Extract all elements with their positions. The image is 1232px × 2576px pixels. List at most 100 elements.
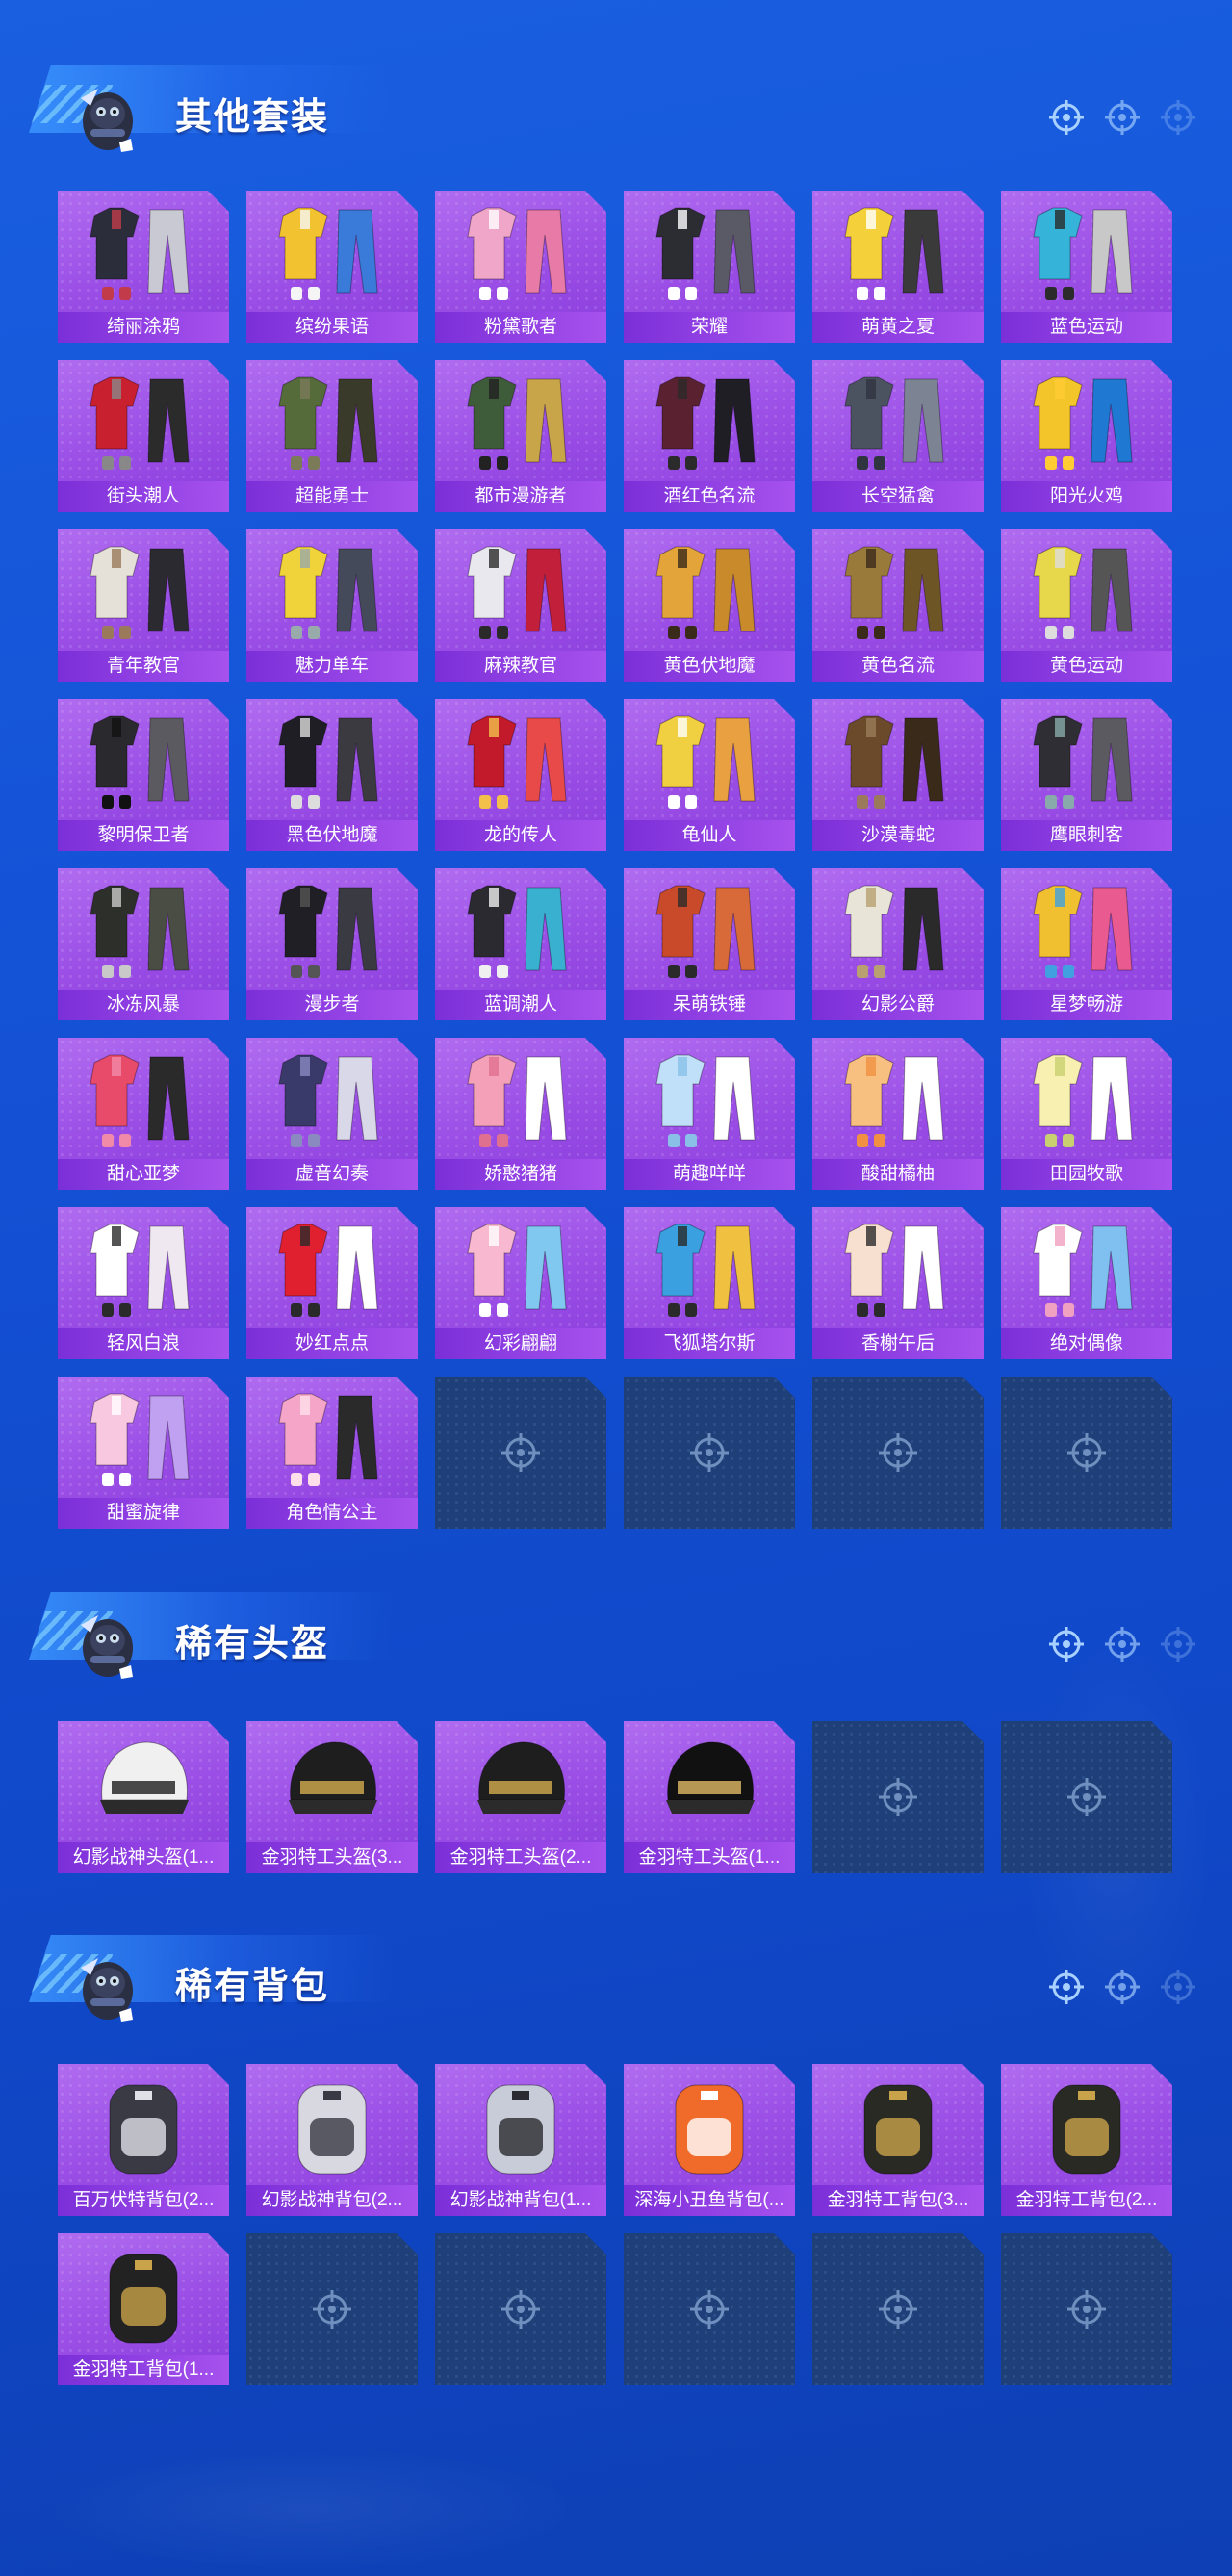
item-card[interactable]: 绮丽涂鸦 [58,191,229,343]
crosshair-icon [688,2288,731,2331]
item-card[interactable]: 香榭午后 [812,1207,984,1359]
item-label: 黄色伏地魔 [624,651,795,682]
item-card[interactable]: 甜蜜旋律 [58,1377,229,1529]
item-label: 幻影战神背包(1... [435,2185,606,2216]
item-card[interactable]: 甜心亚梦 [58,1038,229,1190]
item-thumbnail [832,707,964,814]
item-card[interactable]: 都市漫游者 [435,360,606,512]
item-thumbnail [266,198,398,306]
item-card[interactable]: 娇憨猪猪 [435,1038,606,1190]
item-card[interactable]: 幻影战神背包(2... [246,2064,418,2216]
reticle-decoration [1047,98,1197,137]
reticle-icon [1161,1627,1195,1662]
item-card[interactable]: 百万伏特背包(2... [58,2064,229,2216]
item-label: 沙漠毒蛇 [812,820,984,851]
item-card[interactable]: 漫步者 [246,868,418,1020]
item-card[interactable]: 鹰眼刺客 [1001,699,1172,851]
item-card[interactable]: 金羽特工头盔(1... [624,1721,795,1873]
item-card[interactable]: 虚音幻奏 [246,1038,418,1190]
item-thumbnail [77,1729,210,1837]
outfit-yellow-sport-icon [1020,537,1153,645]
item-card[interactable]: 冰冻风暴 [58,868,229,1020]
item-card[interactable]: 飞狐塔尔斯 [624,1207,795,1359]
crosshair-icon [688,1431,731,1474]
item-thumbnail [832,1215,964,1323]
item-card[interactable]: 长空猛禽 [812,360,984,512]
item-thumbnail [1020,707,1153,814]
item-card[interactable]: 绝对偶像 [1001,1207,1172,1359]
item-label: 龙的传人 [435,820,606,851]
item-card[interactable]: 黄色名流 [812,529,984,682]
item-card[interactable]: 青年教官 [58,529,229,682]
item-thumbnail [77,2241,210,2349]
item-card[interactable]: 粉黛歌者 [435,191,606,343]
item-card[interactable]: 麻辣教官 [435,529,606,682]
item-card[interactable]: 黄色运动 [1001,529,1172,682]
item-card[interactable]: 幻影战神头盔(1... [58,1721,229,1873]
item-label: 都市漫游者 [435,481,606,512]
item-label: 甜心亚梦 [58,1159,229,1190]
item-card[interactable]: 酸甜橘柚 [812,1038,984,1190]
backpack-clownfish-icon [643,2072,776,2179]
item-label: 鹰眼刺客 [1001,820,1172,851]
item-thumbnail [643,707,776,814]
item-card[interactable]: 黎明保卫者 [58,699,229,851]
empty-slot [435,2233,606,2385]
item-thumbnail [77,876,210,984]
item-label: 龟仙人 [624,820,795,851]
item-thumbnail [1020,537,1153,645]
item-card[interactable]: 幻影公爵 [812,868,984,1020]
item-label: 娇憨猪猪 [435,1159,606,1190]
item-label: 黑色伏地魔 [246,820,418,851]
item-card[interactable]: 蓝色运动 [1001,191,1172,343]
reticle-decoration [1047,1625,1197,1663]
item-thumbnail [643,2072,776,2179]
item-card[interactable]: 星梦畅游 [1001,868,1172,1020]
item-card[interactable]: 深海小丑鱼背包(... [624,2064,795,2216]
item-thumbnail [643,537,776,645]
item-card[interactable]: 金羽特工头盔(3... [246,1721,418,1873]
reticle-icon [1049,100,1084,135]
item-card[interactable]: 魅力单车 [246,529,418,682]
item-card[interactable]: 阳光火鸡 [1001,360,1172,512]
item-card[interactable]: 金羽特工背包(1... [58,2233,229,2385]
item-card[interactable]: 金羽特工头盔(2... [435,1721,606,1873]
item-card[interactable]: 角色情公主 [246,1377,418,1529]
item-card[interactable]: 轻风白浪 [58,1207,229,1359]
outfit-red-pink-icon [77,1045,210,1153]
item-card[interactable]: 金羽特工背包(2... [1001,2064,1172,2216]
empty-slot [1001,2233,1172,2385]
outfit-striped-icon [266,1045,398,1153]
item-label: 星梦畅游 [1001,990,1172,1020]
item-card[interactable]: 龟仙人 [624,699,795,851]
item-label: 呆萌铁锤 [624,990,795,1020]
item-card[interactable]: 荣耀 [624,191,795,343]
item-thumbnail [454,707,587,814]
item-card[interactable]: 酒红色名流 [624,360,795,512]
item-card[interactable]: 金羽特工背包(3... [812,2064,984,2216]
item-card[interactable]: 妙红点点 [246,1207,418,1359]
item-thumbnail [1020,876,1153,984]
item-label: 粉黛歌者 [435,312,606,343]
item-card[interactable]: 超能勇士 [246,360,418,512]
item-card[interactable]: 蓝调潮人 [435,868,606,1020]
outfit-tactical-icon [77,876,210,984]
item-card[interactable]: 缤纷果语 [246,191,418,343]
item-thumbnail [266,1729,398,1837]
item-card[interactable]: 萌黄之夏 [812,191,984,343]
item-card[interactable]: 萌趣咩咩 [624,1038,795,1190]
outfit-yellow-summer-icon [832,198,964,306]
empty-slot [1001,1377,1172,1529]
item-label: 绝对偶像 [1001,1328,1172,1359]
item-card[interactable]: 幻影战神背包(1... [435,2064,606,2216]
item-card[interactable]: 沙漠毒蛇 [812,699,984,851]
item-card[interactable]: 黄色伏地魔 [624,529,795,682]
item-label: 绮丽涂鸦 [58,312,229,343]
item-card[interactable]: 呆萌铁锤 [624,868,795,1020]
item-card[interactable]: 龙的传人 [435,699,606,851]
item-card[interactable]: 幻彩翩翩 [435,1207,606,1359]
item-thumbnail [454,537,587,645]
item-card[interactable]: 黑色伏地魔 [246,699,418,851]
item-card[interactable]: 田园牧歌 [1001,1038,1172,1190]
item-card[interactable]: 街头潮人 [58,360,229,512]
